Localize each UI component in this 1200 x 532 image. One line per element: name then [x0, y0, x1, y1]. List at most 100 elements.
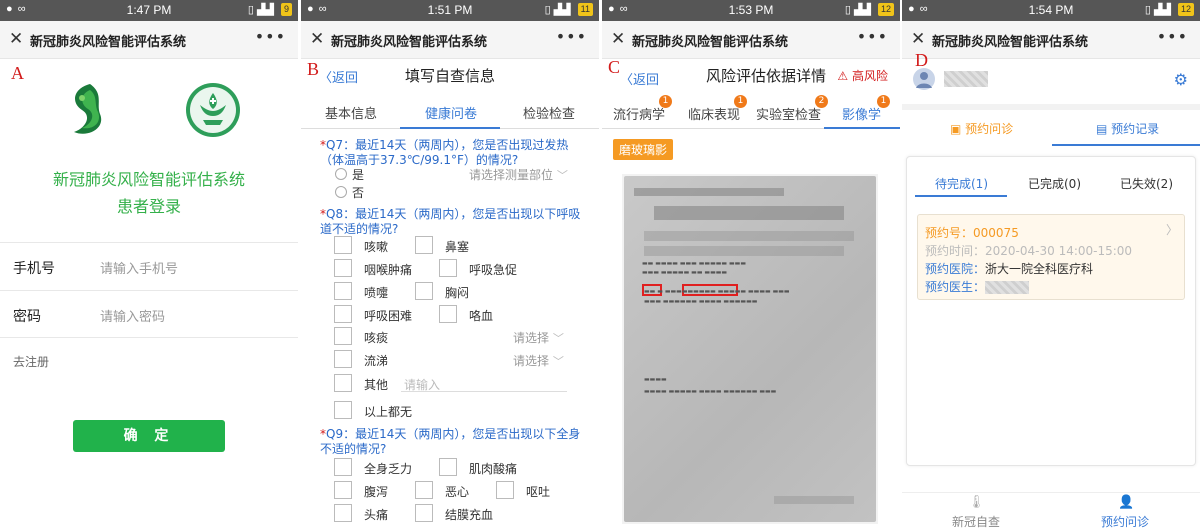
appt-hospital-label: 预约医院：: [925, 262, 986, 276]
q8-option: 流涕: [364, 354, 389, 368]
appt-number: 预约号：000075: [925, 224, 1019, 241]
tab-appointment-records[interactable]: ▤ 预约记录: [1096, 120, 1159, 137]
phone-input[interactable]: 请输入手机号: [100, 258, 178, 277]
report-text: ▬▬▬ ▬▬▬▬▬▬ ▬▬▬▬ ▬▬▬▬▬▬: [644, 298, 758, 305]
login-subtitle: 患者登录: [116, 197, 181, 216]
chevron-down-icon: ﹀: [556, 169, 568, 182]
tab-bar: 基本信息 健康问卷 检验检查: [301, 93, 599, 129]
q8-option: 以上都无: [364, 405, 413, 419]
status-icons-right: ▯ ▟▟ 12: [845, 3, 894, 16]
tab-imaging[interactable]: 影像学: [842, 104, 881, 123]
records-icon: ▤: [1096, 122, 1108, 136]
report-text: ▬▬▬ ▬▬▬▬▬ ▬▬ ▬▬▬▬: [642, 269, 728, 276]
checkbox[interactable]: [334, 282, 352, 300]
active-tab-indicator: [400, 127, 500, 129]
checkbox[interactable]: [415, 282, 433, 300]
appt-hospital-value: 浙大一院全科医疗科: [985, 262, 1094, 276]
appt-time-value: 2020-04-30 14:00-15:00: [985, 244, 1133, 258]
thermometer-icon: 🌡: [968, 495, 985, 510]
close-icon[interactable]: ✕: [9, 29, 23, 49]
checkbox[interactable]: [439, 259, 457, 277]
confirm-button[interactable]: 确 定: [73, 420, 225, 452]
subtab-expired[interactable]: 已失效(2): [1120, 175, 1173, 192]
redacted-area: [634, 188, 784, 196]
tab-clinical[interactable]: 临床表现: [688, 104, 740, 123]
tab-lab[interactable]: 实验室检查: [756, 104, 821, 123]
divider: [401, 391, 567, 392]
subtab-completed[interactable]: 已完成(0): [1028, 175, 1081, 192]
status-icons-right: ▯ ▟▟ 11: [545, 3, 593, 16]
gear-icon[interactable]: ⚙: [1174, 70, 1188, 89]
appointment-item[interactable]: 预约号：000075 〉 预约时间：2020-04-30 14:00-15:00…: [917, 214, 1185, 300]
checkbox[interactable]: [334, 305, 352, 323]
checkbox[interactable]: [334, 259, 352, 277]
q8-option: 胸闷: [445, 286, 470, 300]
tab-epidemiology[interactable]: 流行病学: [613, 104, 665, 123]
battery-icon: 11: [577, 3, 593, 16]
more-icon[interactable]: •••: [556, 27, 587, 46]
q8-option: 咳嗽: [364, 240, 389, 254]
checkbox[interactable]: [439, 458, 457, 476]
q7-no-radio[interactable]: [335, 186, 347, 198]
tab-lab-tests[interactable]: 检验检查: [523, 103, 575, 122]
report-text: ▬▬▬▬ ▬▬▬▬▬ ▬▬▬▬ ▬▬▬▬▬▬ ▬▬▬: [644, 388, 777, 395]
checkbox[interactable]: [334, 236, 352, 254]
select-placeholder: 请选择测量部位: [469, 168, 554, 182]
checkbox[interactable]: [334, 481, 352, 499]
q8-option: 咳痰: [364, 331, 389, 345]
bottom-tab-consultation[interactable]: 预约问诊: [1101, 513, 1149, 530]
select-placeholder: 请选择: [513, 331, 550, 345]
page-header: 〈返回 风险评估依据详情 ⚠ 高风险: [602, 59, 900, 93]
checkbox[interactable]: [334, 458, 352, 476]
checkbox[interactable]: [415, 481, 433, 499]
status-bar: ● ∞ 1:47 PM ▯ ▟▟ 9: [0, 0, 298, 21]
checkbox[interactable]: [334, 374, 352, 392]
alarm-icon: ⚠: [837, 69, 849, 83]
phone-row: 手机号 请输入手机号: [0, 242, 298, 290]
close-icon[interactable]: ✕: [611, 29, 625, 49]
register-link[interactable]: 去注册: [13, 353, 49, 370]
checkbox[interactable]: [439, 305, 457, 323]
checkbox[interactable]: [334, 401, 352, 419]
doctor-icon: 👤: [1118, 495, 1135, 510]
ct-report-photo[interactable]: ▬▬ ▬▬▬▬ ▬▬▬ ▬▬▬▬▬ ▬▬▬ ▬▬▬ ▬▬▬▬▬ ▬▬ ▬▬▬▬ …: [622, 174, 878, 524]
redacted-area: [654, 206, 844, 220]
chevron-down-icon: ﹀: [552, 332, 564, 345]
tab-badge: 1: [659, 95, 672, 108]
q7-text: Q7：最近14天（两周内），您是否出现过发热（体温高于37.3℃/99.1°F）…: [320, 138, 569, 167]
checkbox[interactable]: [415, 236, 433, 254]
status-bar: ● ∞ 1:54 PM ▯ ▟▟ 12: [902, 0, 1200, 21]
tab-badge: 1: [734, 95, 747, 108]
tab-basic-info[interactable]: 基本信息: [325, 103, 377, 122]
password-input[interactable]: 请输入密码: [100, 306, 165, 325]
phone-label: 手机号: [13, 261, 55, 277]
redacted-area: [644, 246, 844, 256]
close-icon[interactable]: ✕: [911, 29, 925, 49]
subtab-pending[interactable]: 待完成(1): [935, 175, 988, 192]
q9-option: 结膜充血: [445, 508, 494, 522]
checkbox[interactable]: [334, 350, 352, 368]
q9-option: 全身乏力: [364, 462, 413, 476]
checkbox[interactable]: [334, 504, 352, 522]
checkbox[interactable]: [334, 327, 352, 345]
q8-nasal-select[interactable]: 请选择 ﹀: [513, 352, 564, 369]
tab-health-questionnaire[interactable]: 健康问卷: [425, 103, 477, 122]
q8-cough-select[interactable]: 请选择 ﹀: [513, 329, 564, 346]
more-icon[interactable]: •••: [255, 27, 286, 46]
more-icon[interactable]: •••: [1157, 27, 1188, 46]
q7-measure-select[interactable]: 请选择测量部位 ﹀: [469, 166, 568, 183]
tab-book-consultation[interactable]: ▣ 预约问诊: [950, 120, 1013, 137]
doctor-name-redacted: [985, 281, 1030, 294]
bottom-tab-self-check[interactable]: 新冠自查: [952, 513, 1000, 530]
status-bar: ● ∞ 1:53 PM ▯ ▟▟ 12: [602, 0, 900, 21]
q9-option: 恶心: [445, 485, 470, 499]
tab-label: 预约记录: [1111, 122, 1160, 136]
checkbox[interactable]: [496, 481, 514, 499]
q7-title: *Q7：最近14天（两周内），您是否出现过发热（体温高于37.3℃/99.1°F…: [320, 138, 569, 167]
q8-option: 其他: [364, 378, 389, 392]
q7-yes-radio[interactable]: [335, 168, 347, 180]
close-icon[interactable]: ✕: [310, 29, 324, 49]
checkbox[interactable]: [415, 504, 433, 522]
more-icon[interactable]: •••: [857, 27, 888, 46]
appt-number-value: 000075: [973, 226, 1019, 240]
